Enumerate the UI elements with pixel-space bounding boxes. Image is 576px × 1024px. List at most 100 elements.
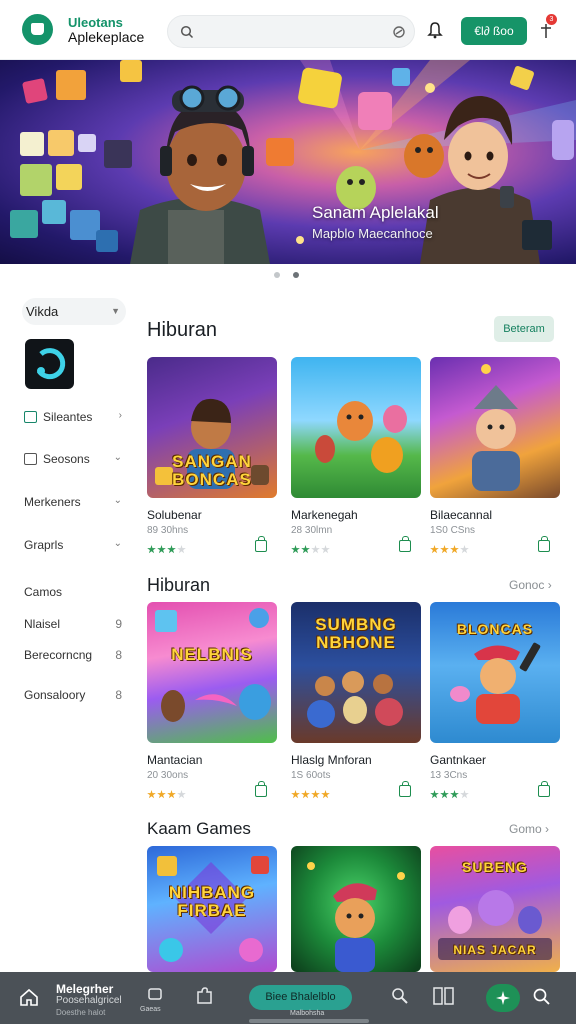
- game-card[interactable]: SANGAN BONCAS Solubenar 89 30hns: [147, 357, 277, 557]
- tab-games[interactable]: Gaeas: [140, 986, 168, 1013]
- game-card[interactable]: SUBENG NIAS JACAR: [430, 846, 560, 972]
- app-logo-icon[interactable]: [22, 14, 53, 45]
- game-thumbnail[interactable]: NIHBANG FIRBAE: [147, 846, 277, 972]
- game-card[interactable]: [291, 846, 421, 972]
- bottom-brand[interactable]: Melegrher Poosehalgricel Doesthe halot: [56, 983, 122, 1019]
- sidebar-item-label: Berecorncng: [24, 648, 93, 662]
- bell-icon[interactable]: [425, 20, 445, 40]
- game-name[interactable]: Markenegah: [291, 508, 358, 522]
- section-more-link[interactable]: Gonoc ›: [509, 578, 552, 592]
- game-meta: 89 30hns: [147, 525, 189, 536]
- sidebar-item-count: 8: [115, 648, 122, 662]
- bottom-brand-caption: Doesthe halot: [56, 1008, 106, 1017]
- add-button[interactable]: [486, 984, 520, 1012]
- hero-subtitle: Mapblo Maecanhoce: [312, 226, 433, 241]
- sidebar-item-seosons[interactable]: Seosons ⌄: [24, 452, 124, 466]
- star-icon: [177, 545, 186, 554]
- sparkle-icon: [496, 991, 510, 1005]
- section-more-link[interactable]: Gomo ›: [509, 822, 549, 836]
- notification-badge: 3: [546, 14, 557, 25]
- game-name[interactable]: Mantacian: [147, 753, 202, 767]
- carousel-dots[interactable]: [272, 272, 304, 280]
- tab-library[interactable]: [432, 986, 454, 1008]
- sidebar-item-camos[interactable]: Camos: [24, 585, 124, 599]
- search-icon[interactable]: [532, 987, 552, 1007]
- scan-icon[interactable]: [392, 25, 406, 39]
- rating-stars: [147, 786, 207, 799]
- shopping-bag-icon[interactable]: [399, 781, 411, 797]
- game-thumbnail[interactable]: [430, 357, 560, 498]
- tab-label: Gaeas: [140, 1006, 161, 1013]
- brand-line2: Aplekeplace: [68, 29, 145, 45]
- star-icon: [440, 790, 449, 799]
- game-card[interactable]: BLONCAS Gantnkaer 13 3Cns: [430, 602, 560, 802]
- section-title: Hiburan: [147, 575, 211, 595]
- hero-illustration: [10, 60, 576, 264]
- sidebar-item-sileantes[interactable]: Sileantes ›: [24, 410, 124, 424]
- star-icon: [450, 545, 459, 554]
- sidebar-item-berecorncng[interactable]: Berecorncng 8: [24, 648, 124, 662]
- star-icon: [311, 790, 320, 799]
- game-name[interactable]: Bilaecannal: [430, 508, 492, 522]
- star-icon: [321, 790, 330, 799]
- star-icon: [311, 545, 320, 554]
- game-name[interactable]: Gantnkaer: [430, 753, 486, 767]
- game-thumbnail[interactable]: BLONCAS: [430, 602, 560, 743]
- game-thumbnail[interactable]: [291, 357, 421, 498]
- game-thumbnail[interactable]: SANGAN BONCAS: [147, 357, 277, 498]
- search-input[interactable]: [202, 23, 382, 41]
- category-filter-dropdown[interactable]: Vikda ▼: [22, 298, 126, 325]
- thumbnail-title: NELBNIS: [171, 645, 253, 664]
- carousel-dot-active[interactable]: [293, 272, 299, 278]
- game-card[interactable]: SUMBNG NBHONE Hlaslg Mnforan 1S 60ots: [291, 602, 421, 802]
- shopping-bag-icon[interactable]: [538, 536, 550, 552]
- shopping-bag-icon[interactable]: [255, 536, 267, 552]
- shopping-bag-icon[interactable]: [538, 781, 550, 797]
- header-action-button[interactable]: €l∂ ßoo: [461, 17, 527, 45]
- shopping-bag-icon[interactable]: [255, 781, 267, 797]
- brand-name[interactable]: Uleotans Aplekeplace: [68, 15, 144, 45]
- thumbnail-title-top: SUBENG: [462, 859, 528, 875]
- section-action-button[interactable]: Beteram: [494, 316, 554, 342]
- star-icon: [301, 790, 310, 799]
- carousel-dot[interactable]: [274, 272, 280, 278]
- home-icon[interactable]: [19, 987, 39, 1007]
- game-thumbnail[interactable]: SUBENG NIAS JACAR: [430, 846, 560, 972]
- star-icon: [147, 545, 156, 554]
- search-bar[interactable]: [167, 15, 415, 48]
- star-icon: [440, 545, 449, 554]
- featured-nav-button[interactable]: Biee Bhalelblo: [249, 985, 352, 1010]
- rating-stars: [430, 786, 490, 799]
- game-name[interactable]: Solubenar: [147, 508, 202, 522]
- rating-stars: [430, 541, 490, 554]
- star-icon: [460, 790, 469, 799]
- sidebar-item-label: Seosons: [43, 452, 90, 466]
- game-card[interactable]: NELBNIS Mantacian 20 30ons: [147, 602, 277, 802]
- game-card[interactable]: Bilaecannal 1S0 CSns: [430, 357, 560, 557]
- star-icon: [167, 790, 176, 799]
- game-card[interactable]: NIHBANG FIRBAE: [147, 846, 277, 972]
- character-art: [155, 608, 271, 722]
- hero-banner[interactable]: Sanam Aplelakal Mapblo Maecanhoce: [0, 60, 576, 264]
- thumbnail-title: NIAS JACAR: [453, 943, 537, 957]
- game-card[interactable]: Markenegah 28 30lmn: [291, 357, 421, 557]
- thumbnail-title: SANGAN BONCAS: [172, 452, 252, 489]
- game-thumbnail[interactable]: [291, 846, 421, 972]
- tab-puzzle[interactable]: [194, 986, 216, 1008]
- sidebar-item-nlaisel[interactable]: Nlaisel 9: [24, 617, 124, 631]
- sidebar-item-gonsaloory[interactable]: Gonsaloory 8: [24, 688, 124, 702]
- featured-app-icon[interactable]: [25, 339, 74, 389]
- sidebar-item-label: Merkeners: [24, 495, 81, 509]
- star-icon: [147, 790, 156, 799]
- tab-tools[interactable]: [390, 986, 412, 1008]
- shopping-bag-icon[interactable]: [399, 536, 411, 552]
- game-thumbnail[interactable]: NELBNIS: [147, 602, 277, 743]
- game-name[interactable]: Hlaslg Mnforan: [291, 753, 372, 767]
- sidebar-item-graprls[interactable]: Graprls ⌄: [24, 538, 124, 552]
- notification-button[interactable]: 3: [537, 14, 559, 42]
- sidebar-item-merkeners[interactable]: Merkeners ⌄: [24, 495, 124, 509]
- chevron-right-icon: ›: [545, 822, 550, 836]
- chevron-down-icon: ⌄: [113, 538, 122, 549]
- rating-stars: [291, 541, 351, 554]
- game-thumbnail[interactable]: SUMBNG NBHONE: [291, 602, 421, 743]
